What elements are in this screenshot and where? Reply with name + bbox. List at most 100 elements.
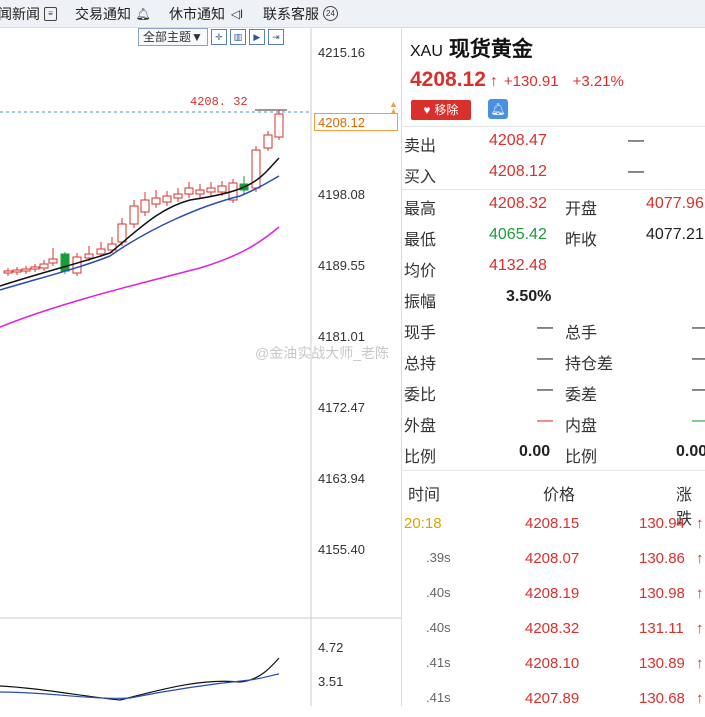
kline-chart[interactable]: 全部主题▼ ✛ ▥ ▶ ⇥ 4215.16 4198.08 4189.55 41… — [0, 28, 401, 706]
stat-value: 4077.96 — [646, 195, 704, 212]
candle-body — [263, 134, 273, 149]
watermark: @金油实战大师_老陈 — [255, 345, 389, 361]
candle-body — [217, 185, 227, 193]
stat-row: 现手 — 总手 — — [402, 313, 705, 344]
nav-trade-notice[interactable]: 交易通知 🔔︎ — [75, 4, 157, 24]
ma-long-line — [0, 226, 280, 328]
candle-body — [3, 270, 13, 274]
stat-value: 4208.32 — [489, 195, 547, 212]
tick-row: .41s 4207.89 130.68 ↑ — [402, 682, 705, 717]
tick-row: .40s 4208.32 131.11 ↑ — [402, 612, 705, 647]
y-tick-label: 4198.08 — [318, 187, 365, 202]
stat-label: 振幅 — [404, 294, 437, 311]
up-arrow-icon: ↑ — [696, 550, 704, 567]
tick-time: .41s — [426, 655, 451, 670]
y-tick-label: 4215.16 — [318, 45, 365, 60]
book-price: 4208.12 — [489, 163, 547, 180]
high-price-tag: 4208. 32 — [190, 95, 248, 109]
remove-button-label: 移除 — [434, 103, 459, 117]
candle-body — [173, 193, 183, 199]
stat-value: 4077.21 — [646, 226, 704, 243]
stat-value: 4132.48 — [489, 257, 547, 274]
quote-panel: XAU 现货黄金 4208.12 ↑ +130.91 +3.21% ♥ 移除 🔔… — [401, 28, 705, 707]
stat-row: 均价 4132.48 — [402, 251, 705, 282]
stat-label: 比例 — [404, 449, 437, 466]
stat-label: 总手 — [565, 325, 598, 342]
book-label: 买入 — [404, 169, 437, 186]
candle-body — [60, 253, 70, 272]
candle-body — [274, 113, 284, 138]
stat-row: 比例 0.00 比例 0.00 — [402, 437, 705, 468]
last-price: 4208.12 — [410, 68, 486, 91]
candle-body — [151, 197, 161, 205]
book-volume: — — [628, 163, 644, 180]
divider — [402, 470, 705, 471]
tick-time: .40s — [426, 620, 451, 635]
stat-label: 委比 — [404, 387, 437, 404]
candle-body — [129, 205, 139, 225]
stat-value: — — [537, 381, 553, 398]
tick-change: 130.86 — [639, 550, 685, 567]
indicator-tick-label: 3.51 — [318, 674, 344, 689]
price-alert-bell-icon[interactable]: 🔔︎ — [488, 99, 508, 119]
tick-change: 131.11 — [639, 620, 684, 637]
instrument-name: 现货黄金 — [448, 38, 533, 61]
stat-label: 总持 — [404, 356, 437, 373]
tick-price: 4207.89 — [525, 690, 580, 707]
nav-market-close-label: 休市通知 — [169, 5, 225, 22]
stat-label: 外盘 — [404, 418, 437, 435]
nav-news[interactable]: 闻新闻 ≡ — [0, 4, 63, 24]
instrument-code: XAU — [410, 43, 443, 60]
theme-select[interactable]: 全部主题▼ — [138, 28, 208, 46]
tick-row: 20:18 4208.15 130.94 ↑ — [402, 507, 705, 542]
y-tick-label: 4163.94 — [318, 471, 365, 486]
candle-body — [162, 195, 172, 203]
crosshair-icon[interactable]: ✛ — [210, 29, 227, 45]
tick-change: 130.98 — [639, 585, 685, 602]
top-nav-bar: 闻新闻 ≡ 交易通知 🔔︎ 休市通知 ◁ǀ 联系客服 24 — [0, 0, 705, 28]
stat-value: — — [692, 412, 705, 430]
candle-body — [30, 266, 40, 270]
nav-market-close-notice[interactable]: 休市通知 ◁ǀ — [169, 4, 251, 24]
stat-value: — — [537, 412, 553, 429]
candle-body — [21, 268, 31, 272]
up-arrow-icon: ↑ — [696, 585, 704, 602]
candle-body — [140, 199, 150, 213]
up-arrow-icon: ↑ — [696, 655, 704, 672]
tick-time: .41s — [426, 690, 451, 705]
up-arrow-icon: ↑ — [489, 73, 498, 90]
remove-watchlist-button[interactable]: ♥ 移除 — [411, 100, 471, 120]
tick-price: 4208.32 — [525, 620, 580, 637]
candle-body — [184, 187, 194, 195]
stat-row: 总持 — 持仓差 — — [402, 344, 705, 375]
instrument-title: XAU 现货黄金 — [410, 33, 533, 63]
stat-value: 3.50% — [506, 288, 552, 305]
stat-label: 持仓差 — [565, 356, 614, 373]
nav-trade-notice-label: 交易通知 — [75, 5, 131, 22]
zoom-icon[interactable]: ▥ — [229, 29, 246, 45]
stat-row: 委比 — 委差 — — [402, 375, 705, 406]
nav-customer-service-label: 联系客服 — [263, 5, 319, 22]
stat-label: 最高 — [404, 201, 437, 218]
step-forward-icon[interactable]: ⇥ — [267, 29, 284, 45]
tick-change: 130.68 — [639, 690, 685, 707]
price-change-pct: +3.21% — [572, 73, 624, 90]
book-volume: — — [628, 132, 644, 149]
stat-value: 4065.42 — [489, 226, 547, 243]
current-price-tag: 4208.12 — [314, 113, 398, 131]
stat-label: 内盘 — [565, 418, 598, 435]
tick-time: .39s — [426, 550, 451, 565]
stat-label: 开盘 — [565, 201, 598, 218]
tick-price: 4208.07 — [525, 550, 580, 567]
y-tick-label: 4155.40 — [318, 542, 365, 557]
candle-body — [48, 258, 58, 264]
up-arrow-icon: ↑ — [696, 515, 704, 532]
stat-value: — — [692, 381, 705, 399]
stat-row: 外盘 — 内盘 — — [402, 406, 705, 437]
ticks-header: 时间 价格 涨跌 — [402, 475, 705, 528]
candle-body — [39, 263, 49, 269]
play-icon[interactable]: ▶ — [248, 29, 265, 45]
stat-label: 比例 — [565, 449, 598, 466]
nav-customer-service[interactable]: 联系客服 24 — [263, 4, 344, 24]
tick-price: 4208.15 — [525, 515, 580, 532]
